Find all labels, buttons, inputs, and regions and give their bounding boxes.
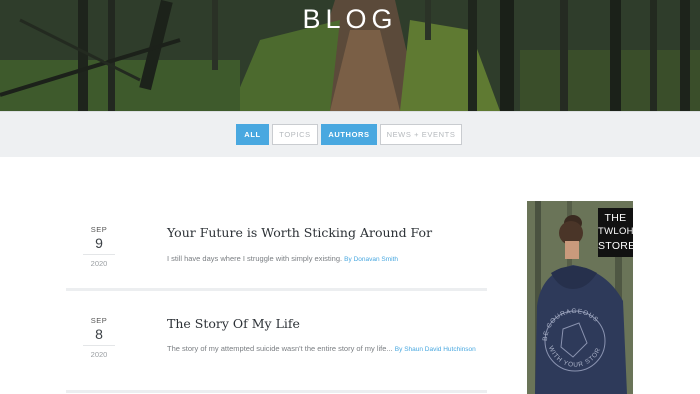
post-excerpt: I still have days where I struggle with … — [167, 252, 477, 267]
filter-authors-button[interactable]: AUTHORS — [321, 124, 377, 145]
store-ad-banner[interactable]: THE TWLOHA STORE BE COURAGEOUS WITH YOUR… — [527, 201, 633, 394]
post-date: SEP 8 2020 — [66, 316, 132, 359]
filter-all-button[interactable]: ALL — [236, 124, 269, 145]
post-divider — [66, 390, 487, 393]
filter-bar: ALL TOPICS AUTHORS NEWS + EVENTS — [0, 111, 700, 157]
post-title-link[interactable]: Your Future is Worth Sticking Around For — [167, 225, 432, 240]
shirt-text-top: BE COURAGEOUS — [542, 308, 599, 341]
shirt-text-bottom: WITH YOUR STORY — [527, 201, 602, 369]
post-date-day: 8 — [95, 326, 103, 342]
post-author-link[interactable]: By Donavan Smith — [344, 256, 398, 263]
post-divider — [66, 288, 487, 291]
shirt-print-text: BE COURAGEOUS WITH YOUR STORY — [527, 201, 602, 369]
post-title-link[interactable]: The Story Of My Life — [167, 316, 300, 331]
post-author-link[interactable]: By Shaun David Hutchinson — [395, 346, 476, 353]
post-excerpt: The story of my attempted suicide wasn't… — [167, 342, 477, 357]
page-title: BLOG — [302, 4, 398, 34]
filter-news-events-button[interactable]: NEWS + EVENTS — [380, 124, 462, 145]
filter-topics-button[interactable]: TOPICS — [272, 124, 318, 145]
post-date-month: SEP — [90, 225, 108, 234]
svg-text:BE COURAGEOUS: BE COURAGEOUS — [542, 308, 600, 341]
post-excerpt-text: The story of my attempted suicide wasn't… — [167, 344, 393, 353]
post-date-day: 9 — [95, 235, 103, 251]
svg-text:WITH YOUR STORY: WITH YOUR STORY — [527, 201, 602, 369]
post-excerpt-text: I still have days where I struggle with … — [167, 254, 343, 263]
post-date-year: 2020 — [83, 345, 115, 359]
post-date-year: 2020 — [83, 254, 115, 268]
post-date-month: SEP — [90, 316, 108, 325]
hero-banner: BLOG — [0, 0, 700, 111]
post-date: SEP 9 2020 — [66, 225, 132, 268]
